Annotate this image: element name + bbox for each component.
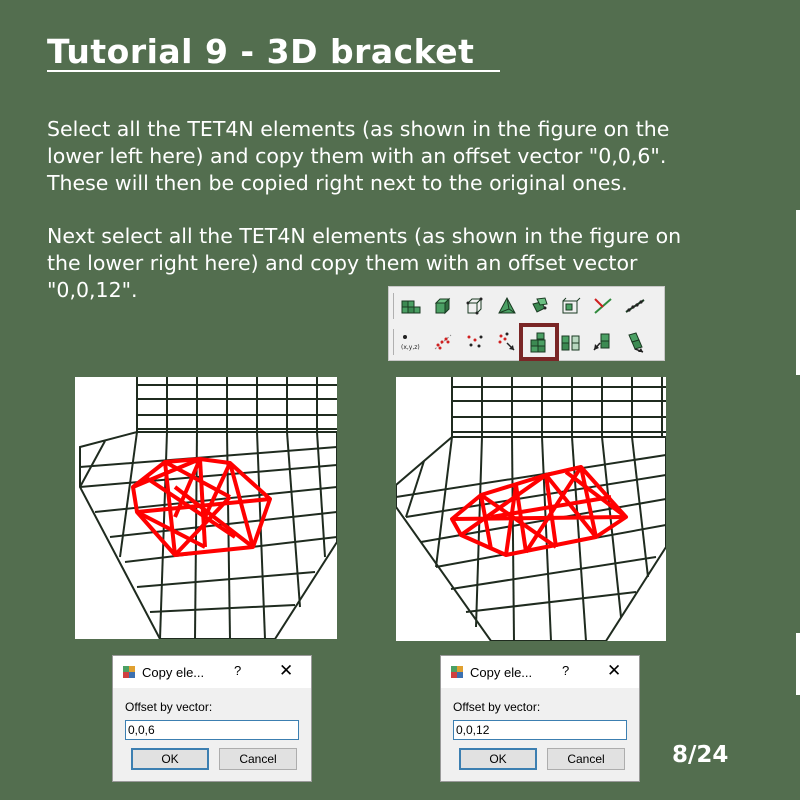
rotate-elements-icon[interactable] xyxy=(621,329,649,355)
offset-label: Offset by vector: xyxy=(453,700,541,714)
mesh-canvas-left xyxy=(79,377,337,639)
element-frame-icon[interactable] xyxy=(557,293,585,319)
dialog-title: Copy ele... xyxy=(142,665,205,680)
mesh-wall xyxy=(451,377,666,437)
dialog-title: Copy ele... xyxy=(470,665,533,680)
help-button[interactable]: ? xyxy=(234,663,241,678)
instruction-paragraph-1: Select all the TET4N elements (as shown … xyxy=(47,117,670,195)
offset-label: Offset by vector: xyxy=(125,700,213,714)
mesh-elements-icon[interactable] xyxy=(397,293,425,319)
copy-nodes-icon[interactable] xyxy=(429,329,457,355)
page-number: 8/24 xyxy=(672,742,729,768)
mirror-elements-icon[interactable] xyxy=(557,329,585,355)
mesh-wall xyxy=(136,377,337,432)
dialog-titlebar: Copy ele... ? ✕ xyxy=(441,656,639,688)
mesh-plate xyxy=(79,431,337,639)
toolbar-row-2: (x,y,z) xyxy=(397,323,649,361)
offset-vector-input[interactable] xyxy=(453,720,627,740)
copy-elements-dialog-right: Copy ele... ? ✕ Offset by vector: OK Can… xyxy=(440,655,640,782)
edge-marker xyxy=(796,210,800,375)
offset-vector-input[interactable] xyxy=(125,720,299,740)
slide-title: Tutorial 9 - 3D bracket xyxy=(47,32,475,71)
cube-icon[interactable] xyxy=(429,293,457,319)
toolbar-separator xyxy=(393,329,394,355)
close-button[interactable]: ✕ xyxy=(607,661,621,681)
move-elements-icon[interactable] xyxy=(589,329,617,355)
dialog-titlebar: Copy ele... ? ✕ xyxy=(113,656,311,688)
cancel-button[interactable]: Cancel xyxy=(219,748,297,770)
mesh-toolbar: (x,y,z) xyxy=(388,286,665,361)
copy-elements-dialog-left: Copy ele... ? ✕ Offset by vector: OK Can… xyxy=(112,655,312,782)
node-xyz-label: (x,y,z) xyxy=(401,344,420,351)
toolbar-separator xyxy=(393,293,394,319)
mesh-figure-left xyxy=(75,377,337,639)
title-underline xyxy=(47,70,500,72)
app-icon xyxy=(451,666,463,678)
mesh-plate xyxy=(396,436,666,641)
scatter-nodes-icon[interactable] xyxy=(461,329,489,355)
hex-element-icon[interactable] xyxy=(461,293,489,319)
move-nodes-icon[interactable] xyxy=(493,329,521,355)
cancel-button[interactable]: Cancel xyxy=(547,748,625,770)
axis-icon[interactable] xyxy=(589,293,617,319)
tet-element-icon[interactable] xyxy=(493,293,521,319)
app-icon xyxy=(123,666,135,678)
close-button[interactable]: ✕ xyxy=(279,661,293,681)
element-green-icon[interactable] xyxy=(525,293,553,319)
mesh-figure-right xyxy=(396,377,666,641)
copy-elements-icon[interactable] xyxy=(519,323,559,361)
toolbar-row-1 xyxy=(397,293,649,319)
ok-button[interactable]: OK xyxy=(131,748,209,770)
node-xyz-icon[interactable]: (x,y,z) xyxy=(397,329,425,355)
edge-marker xyxy=(796,633,800,695)
help-button[interactable]: ? xyxy=(562,663,569,678)
ok-button[interactable]: OK xyxy=(459,748,537,770)
mesh-canvas-right xyxy=(396,377,666,641)
line-mesh-icon[interactable] xyxy=(621,293,649,319)
